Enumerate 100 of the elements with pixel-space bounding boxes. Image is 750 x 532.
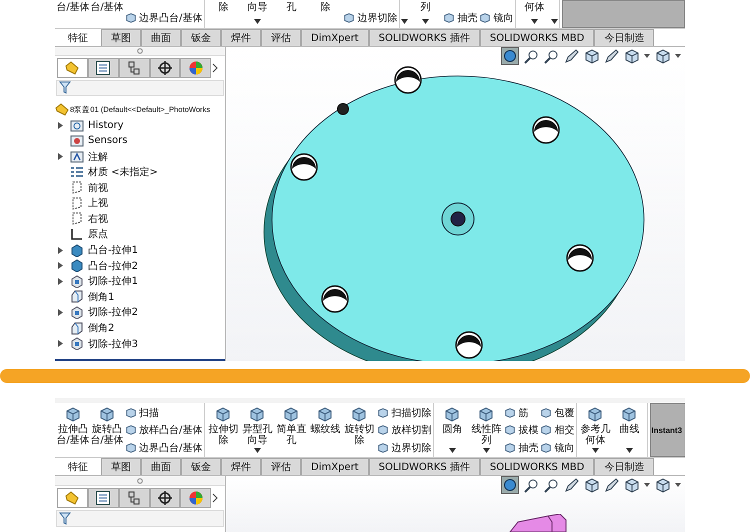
tree-item-label[interactable]: 前视	[88, 180, 108, 195]
tab[interactable]: SOLIDWORKS 插件	[368, 458, 480, 476]
magnifier-icon[interactable]	[544, 48, 559, 64]
tree-item-label[interactable]: 切除-拉伸3	[88, 336, 138, 351]
chevron-right-icon[interactable]	[211, 493, 219, 504]
caret-icon[interactable]	[644, 54, 650, 58]
expand-arrow-icon[interactable]	[58, 246, 63, 254]
tool-button[interactable]: 边界切除	[376, 440, 432, 455]
tool-button[interactable]: 包覆	[539, 406, 576, 420]
tool-button[interactable]: 台/基体	[56, 0, 90, 13]
pane-tab[interactable]	[118, 488, 150, 508]
tool-button[interactable]: 放样切割	[376, 423, 432, 438]
tab[interactable]: 钣金	[181, 29, 221, 46]
expand-arrow-icon[interactable]	[58, 153, 63, 160]
caret-icon[interactable]	[422, 19, 429, 24]
magnifier-icon[interactable]	[524, 478, 539, 493]
cube-icon[interactable]	[655, 48, 670, 64]
tab[interactable]: 曲面	[141, 29, 181, 46]
expand-arrow-icon[interactable]	[58, 340, 63, 348]
pane-tab[interactable]	[88, 58, 119, 78]
tool-button[interactable]: 扫描	[124, 406, 204, 420]
tree-item-label[interactable]: 切除-拉伸1	[88, 274, 138, 288]
tool-button[interactable]: 异型孔向导	[240, 403, 274, 446]
pane-tab[interactable]	[150, 58, 180, 78]
tool-button[interactable]: 线性阵列	[469, 403, 504, 446]
chevron-right-icon[interactable]	[211, 63, 219, 74]
tree-item-label[interactable]: 凸台-拉伸2	[88, 258, 138, 273]
caret-icon[interactable]	[448, 448, 456, 454]
tab[interactable]: DimXpert	[301, 29, 369, 46]
magnifier-icon[interactable]	[524, 48, 539, 64]
tool-button[interactable]: 旋转凸台/基体	[90, 403, 124, 446]
tool-button[interactable]: 抽壳	[442, 11, 478, 25]
instant3d-button[interactable]: Instant3	[650, 403, 685, 458]
tool-button[interactable]: 除	[308, 0, 342, 13]
tab[interactable]: 焊件	[221, 458, 261, 476]
splitter-handle-icon[interactable]	[137, 48, 143, 54]
tool-button[interactable]: 简单直孔	[274, 403, 308, 446]
caret-icon[interactable]	[530, 19, 538, 24]
tool-button[interactable]: 螺纹线	[308, 403, 342, 436]
sphere-icon[interactable]	[501, 47, 519, 65]
tree-item-label[interactable]: 材质 <未指定>	[88, 165, 158, 180]
tool-button[interactable]: 何体	[517, 0, 552, 13]
sphere-icon[interactable]	[501, 476, 519, 494]
tab[interactable]: 评估	[261, 29, 301, 46]
pane-tab[interactable]	[88, 488, 119, 508]
tool-button[interactable]: 镜向	[478, 11, 514, 25]
expand-arrow-icon[interactable]	[58, 308, 63, 316]
tool-button[interactable]: 扫描切除	[376, 406, 432, 420]
tool-button[interactable]: 孔	[274, 0, 308, 13]
tool-button[interactable]: 放样凸台/基体	[124, 423, 204, 438]
tool-button[interactable]: 列	[408, 0, 442, 13]
cube-icon[interactable]	[584, 48, 599, 64]
pane-tab[interactable]	[150, 488, 180, 508]
tab[interactable]: SOLIDWORKS MBD	[480, 458, 594, 476]
tool-button[interactable]: 拉伸凸台/基体	[56, 403, 90, 446]
tool-button[interactable]: 台/基体	[90, 0, 124, 13]
pencil-icon[interactable]	[564, 478, 579, 493]
pane-tab[interactable]	[118, 58, 150, 78]
caret-icon[interactable]	[551, 19, 558, 24]
tree-item-label[interactable]: 注解	[88, 150, 108, 164]
tab[interactable]: DimXpert	[301, 458, 369, 476]
caret-icon[interactable]	[401, 19, 408, 24]
tool-button[interactable]: 圆角	[435, 403, 470, 436]
splitter-handle-icon[interactable]	[137, 478, 143, 484]
cube-icon[interactable]	[624, 48, 639, 64]
tool-button[interactable]: 镜向	[539, 440, 576, 455]
tool-button[interactable]: 参考几何体	[578, 403, 612, 446]
caret-icon[interactable]	[254, 19, 261, 24]
tool-button[interactable]: 相交	[539, 423, 576, 438]
tool-button[interactable]: 边界凸台/基体	[124, 440, 204, 455]
tool-button[interactable]: 拔模	[503, 423, 540, 438]
tab[interactable]: SOLIDWORKS MBD	[480, 29, 594, 46]
tree-item-label[interactable]: 倒角1	[88, 290, 114, 304]
expand-arrow-icon[interactable]	[58, 262, 63, 270]
tool-button[interactable]: 旋转切除	[342, 403, 376, 446]
filter-field[interactable]	[56, 510, 224, 528]
tool-button[interactable]: 筋	[503, 406, 540, 420]
tree-item-label[interactable]: Sensors	[88, 135, 128, 146]
tool-button[interactable]: 边界凸台/基体	[124, 11, 204, 25]
cube-icon[interactable]	[624, 478, 639, 493]
tab[interactable]: 曲面	[141, 458, 181, 476]
caret-icon[interactable]	[254, 448, 261, 454]
tree-item-label[interactable]: 切除-拉伸2	[88, 305, 138, 320]
tab[interactable]: 钣金	[181, 458, 221, 476]
caret-icon[interactable]	[675, 54, 681, 58]
magnifier-icon[interactable]	[544, 478, 559, 493]
tab[interactable]: 草图	[101, 458, 141, 476]
tab[interactable]: 今日制造	[594, 29, 654, 46]
tab[interactable]: 草图	[101, 29, 141, 46]
tool-button[interactable]: 除	[206, 0, 240, 13]
tab[interactable]: 焊件	[221, 29, 261, 46]
expand-arrow-icon[interactable]	[58, 278, 63, 285]
tree-item-label[interactable]: 凸台-拉伸1	[88, 243, 138, 258]
tree-item-label[interactable]: 原点	[88, 227, 108, 242]
tool-button[interactable]: 曲线	[612, 403, 646, 436]
tree-item-label[interactable]: 右视	[88, 212, 108, 226]
caret-icon[interactable]	[592, 448, 599, 454]
caret-icon[interactable]	[644, 483, 650, 488]
tab[interactable]: 评估	[261, 458, 301, 476]
tree-item-label[interactable]: History	[88, 120, 124, 131]
